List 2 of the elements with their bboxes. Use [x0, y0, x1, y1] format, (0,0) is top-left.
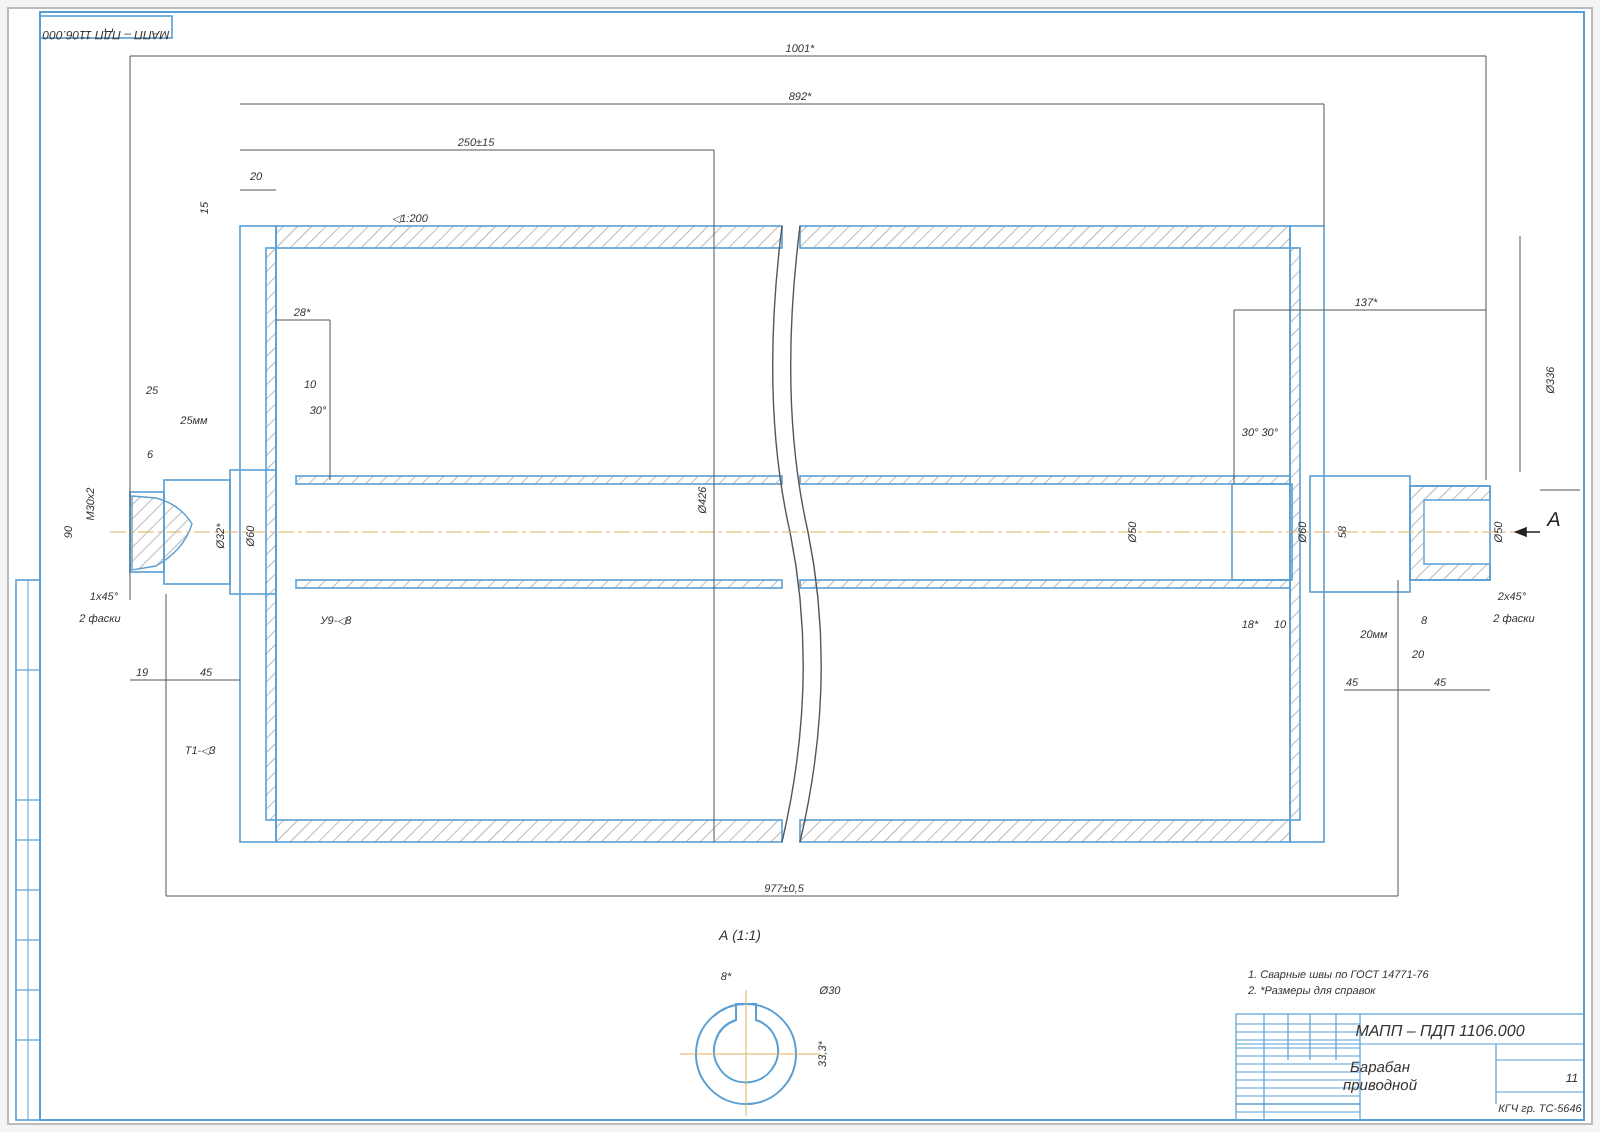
drawing-designation: МАПП – ПДП 1106.000	[1355, 1022, 1525, 1040]
view-letter: A	[1547, 510, 1561, 532]
